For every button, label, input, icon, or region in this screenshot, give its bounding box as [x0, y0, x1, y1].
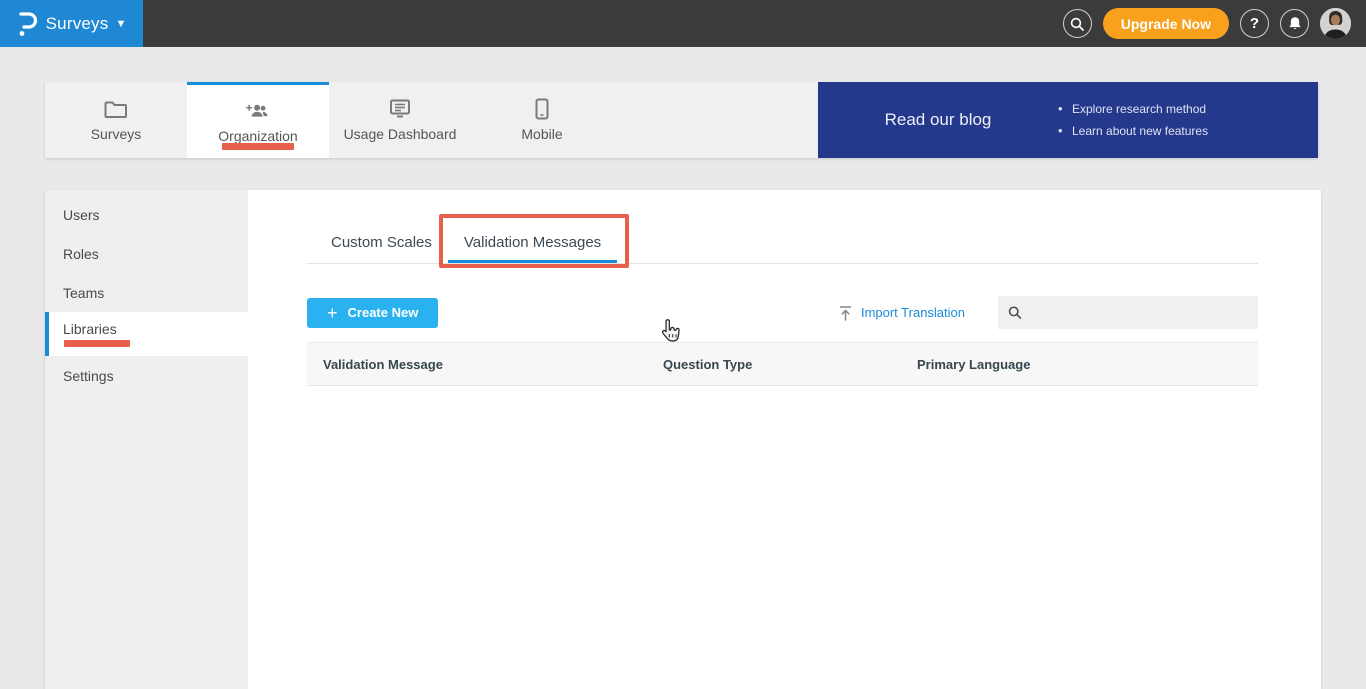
search-icon [1008, 306, 1022, 319]
question-mark-icon: ? [1249, 15, 1260, 32]
sidebar-item-label: Users [63, 206, 100, 223]
sidebar-item-libraries[interactable]: Libraries [45, 312, 248, 356]
product-name: Surveys [45, 13, 109, 33]
module-tab-usage-dashboard[interactable]: Usage Dashboard [329, 82, 471, 158]
table-header-row: Validation Message Question Type Primary… [307, 342, 1258, 386]
library-tabs: Custom Scales Validation Messages [307, 214, 1258, 268]
banner-bullet-list: Explore research method Learn about new … [1058, 101, 1208, 138]
import-translation-label: Import Translation [860, 305, 965, 320]
banner-title[interactable]: Read our blog [818, 110, 1058, 130]
banner-bullet: Learn about new features [1058, 123, 1208, 138]
tab-label: Validation Messages [463, 234, 602, 251]
top-bar: Surveys ▼ Upgrade Now ? [0, 0, 1366, 47]
search-button[interactable] [1062, 9, 1092, 38]
sidebar: Users Roles Teams Libraries Settings [45, 190, 248, 689]
chevron-down-icon: ▼ [115, 17, 127, 30]
mobile-icon [529, 98, 555, 120]
module-tab-surveys[interactable]: Surveys [45, 82, 187, 158]
annotation-underline [222, 143, 294, 150]
search-input[interactable] [1029, 305, 1248, 320]
bell-icon [1288, 17, 1301, 29]
sidebar-item-teams[interactable]: Teams [45, 273, 248, 312]
import-translation-link[interactable]: Import Translation [838, 305, 965, 321]
create-new-button[interactable]: + Create New [307, 297, 439, 328]
product-switcher[interactable]: Surveys ▼ [0, 0, 143, 47]
search-icon [1071, 17, 1085, 31]
sidebar-item-label: Libraries [63, 321, 117, 337]
sidebar-item-roles[interactable]: Roles [45, 234, 248, 273]
banner-bullet: Explore research method [1058, 101, 1208, 116]
notifications-button[interactable] [1280, 9, 1309, 38]
sidebar-item-users[interactable]: Users [45, 195, 248, 234]
tab-custom-scales[interactable]: Custom Scales [315, 234, 448, 263]
column-header-validation-message: Validation Message [323, 357, 443, 372]
column-header-primary-language: Primary Language [917, 357, 1031, 372]
table-search[interactable] [998, 296, 1258, 329]
folder-icon [103, 98, 129, 120]
module-tab-organization[interactable]: Organization [187, 82, 329, 158]
app-screen: Surveys ▼ Upgrade Now ? Surveys Organiza… [0, 0, 1366, 689]
add-people-icon [245, 100, 271, 122]
blog-banner[interactable]: Read our blog Explore research method Le… [818, 82, 1318, 158]
sidebar-item-settings[interactable]: Settings [45, 356, 248, 395]
module-tab-label: Mobile [521, 126, 563, 142]
create-new-label: Create New [347, 305, 419, 320]
sidebar-item-label: Roles [63, 245, 99, 262]
avatar[interactable] [1320, 8, 1351, 39]
help-button[interactable]: ? [1240, 9, 1269, 38]
module-tab-label: Usage Dashboard [343, 126, 457, 142]
column-header-question-type: Question Type [663, 357, 753, 372]
content-card: Users Roles Teams Libraries Settings Cus… [45, 190, 1321, 689]
main-panel: Custom Scales Validation Messages + Crea… [248, 190, 1321, 689]
avatar-photo [1320, 8, 1351, 39]
dashboard-icon [387, 98, 413, 120]
module-tab-mobile[interactable]: Mobile [471, 82, 613, 158]
import-icon [839, 305, 851, 321]
module-tabs: Surveys Organization Usage Dashboard Mob… [45, 82, 818, 158]
module-nav-row: Surveys Organization Usage Dashboard Mob… [45, 82, 1318, 158]
sidebar-item-label: Teams [63, 284, 105, 301]
validation-messages-table: Validation Message Question Type Primary… [307, 342, 1258, 386]
sidebar-item-label: Settings [63, 367, 114, 384]
toolbar: + Create New Import Translation [307, 296, 1258, 329]
upgrade-now-button[interactable]: Upgrade Now [1102, 8, 1229, 39]
topbar-actions: Upgrade Now ? [1062, 8, 1366, 39]
plus-icon: + [327, 302, 338, 323]
tab-validation-messages[interactable]: Validation Messages [438, 214, 630, 268]
module-tab-label: Organization [218, 127, 298, 144]
annotation-underline [64, 340, 130, 347]
tab-label: Custom Scales [331, 234, 432, 251]
brand-p-icon [19, 11, 37, 36]
module-tab-label: Surveys [90, 126, 142, 142]
